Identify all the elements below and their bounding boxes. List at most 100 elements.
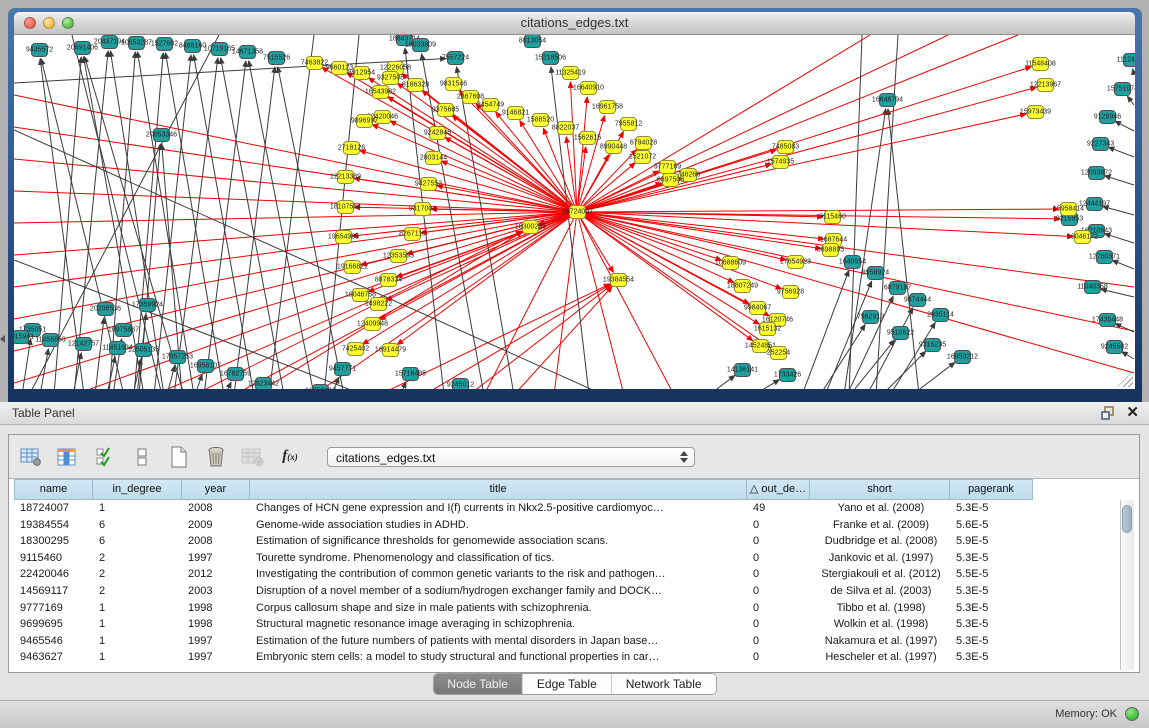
graph-node[interactable]: 2718126 — [343, 141, 360, 155]
graph-node[interactable]: 1527602 — [156, 37, 173, 51]
graph-node[interactable]: 19166822 — [344, 260, 361, 274]
graph-node[interactable]: 9660123 — [331, 61, 348, 75]
graph-node[interactable]: 15973439 — [1027, 105, 1044, 119]
table-row[interactable]: 1456911722003Disruption of a novel membe… — [14, 583, 1134, 600]
graph-node[interactable]: 16958412 — [312, 384, 329, 389]
graph-node[interactable]: 14671358 — [239, 45, 256, 59]
column-header-title[interactable]: title — [250, 479, 747, 500]
graph-node[interactable]: 7557224 — [447, 51, 464, 65]
graph-node[interactable]: 12142757 — [75, 337, 92, 351]
graph-node[interactable]: 10719185 — [211, 42, 228, 56]
graph-node[interactable]: 9242845 — [429, 126, 446, 140]
graph-node[interactable]: 8813054 — [524, 35, 541, 48]
graph-node[interactable]: 2803144 — [425, 151, 442, 165]
graph-node[interactable]: 9474444 — [909, 293, 926, 307]
scrollbar-thumb[interactable] — [1122, 505, 1132, 533]
graph-node[interactable]: 20691406 — [74, 41, 91, 55]
table-row[interactable]: 946362711997Embryonic stem cells: a mode… — [14, 649, 1134, 666]
delete-rows-trash-icon[interactable] — [204, 445, 228, 469]
graph-node[interactable]: 8958924 — [867, 266, 884, 280]
graph-node[interactable]: 7425402 — [347, 342, 364, 356]
graph-node[interactable]: 7962919 — [862, 310, 879, 324]
graph-node[interactable]: 12213967 — [1037, 78, 1054, 92]
graph-node[interactable]: 9146821 — [507, 106, 524, 120]
graph-node[interactable]: 7485083 — [777, 140, 794, 154]
delete-table-icon[interactable] — [241, 445, 265, 469]
table-row[interactable]: 969969511998Structural magnetic resonanc… — [14, 616, 1134, 633]
function-builder-icon[interactable]: f(x) — [278, 445, 302, 469]
graph-node[interactable]: 252254 — [770, 346, 787, 360]
table-row[interactable]: 911546021997Tourette syndrome. Phenomeno… — [14, 550, 1134, 567]
graph-node[interactable]: 9777169 — [659, 160, 676, 174]
column-header-name[interactable]: name — [14, 479, 93, 500]
row-selection-mode-icon[interactable] — [93, 445, 117, 469]
graph-node[interactable]: 1574935 — [772, 155, 789, 169]
tab-network-table[interactable]: Network Table — [611, 674, 716, 694]
graph-node[interactable]: 1498222 — [370, 297, 387, 311]
graph-node[interactable]: 2367608 — [462, 90, 479, 104]
close-window-icon[interactable] — [24, 17, 36, 29]
graph-node[interactable]: 8912954 — [353, 66, 370, 80]
graph-node[interactable]: 10653287 — [128, 36, 145, 50]
column-header-pagerank[interactable]: pagerank — [950, 479, 1033, 500]
graph-node[interactable]: 9896997 — [356, 114, 373, 128]
graph-node[interactable]: 2935114 — [932, 308, 949, 322]
graph-node[interactable]: 10688609 — [722, 256, 739, 270]
graph-node[interactable]: 12213389 — [337, 170, 354, 184]
graph-node[interactable]: 1588520 — [532, 113, 549, 127]
graph-node[interactable]: 18843714 — [396, 35, 413, 46]
graph-node[interactable]: 11124735 — [1123, 53, 1135, 67]
graph-node[interactable]: 8186328 — [407, 78, 424, 92]
graph-node[interactable]: 11040358 — [1084, 280, 1101, 294]
column-header-short[interactable]: short — [810, 479, 950, 500]
graph-node[interactable]: 16961758 — [599, 100, 616, 114]
graph-node[interactable]: 16046172 — [1074, 230, 1091, 244]
graph-node[interactable]: 8990448 — [605, 140, 622, 154]
graph-node[interactable]: 12093872 — [1088, 166, 1105, 180]
network-window-titlebar[interactable]: citations_edges.txt — [14, 12, 1135, 35]
table-row[interactable]: 2242004622012Investigating the contribut… — [14, 566, 1134, 583]
graph-node[interactable]: 14136141 — [734, 363, 751, 377]
table-row[interactable]: 977716911998Corpus callosum shape and si… — [14, 600, 1134, 617]
table-vertical-scrollbar[interactable] — [1120, 500, 1134, 670]
graph-node[interactable]: 16782759 — [227, 367, 244, 381]
graph-node[interactable]: 9510622 — [892, 326, 909, 340]
graph-node[interactable]: 9831546 — [445, 77, 462, 91]
graph-node[interactable]: 1640954 — [844, 255, 861, 269]
graph-node[interactable]: 12444197 — [1086, 197, 1103, 211]
graph-node[interactable]: 20437194 — [101, 35, 118, 49]
graph-node[interactable]: 12409948 — [364, 317, 381, 331]
panel-collapse-handle[interactable] — [0, 335, 5, 343]
graph-node[interactable]: 1521072 — [634, 150, 651, 164]
column-header-out_de[interactable]: △ out_de… — [747, 479, 810, 500]
graph-node[interactable]: 17957253 — [169, 350, 186, 364]
graph-node[interactable]: 9435572 — [31, 43, 48, 57]
graph-node[interactable]: 1615132 — [759, 322, 776, 336]
graph-node[interactable]: 12923442 — [255, 377, 272, 389]
graph-node[interactable]: 9245012 — [452, 378, 469, 389]
float-panel-icon[interactable] — [1101, 406, 1115, 420]
graph-node[interactable]: 17359924 — [139, 298, 156, 312]
graph-node[interactable]: 16033809 — [412, 38, 429, 52]
table-row[interactable]: 1938455462009Genome-wide association stu… — [14, 517, 1134, 534]
graph-node[interactable]: 8454749 — [482, 98, 499, 112]
graph-node[interactable]: 11456869 — [42, 333, 59, 347]
graph-node[interactable]: 20053346 — [153, 128, 170, 142]
graph-node[interactable]: 17654923 — [787, 255, 804, 269]
graph-node[interactable]: 16953212 — [954, 350, 971, 364]
tab-node-table[interactable]: Node Table — [433, 674, 522, 694]
graph-node[interactable]: 8822037 — [557, 121, 574, 135]
graph-node[interactable]: 8878334 — [380, 273, 397, 287]
graph-node[interactable]: 15716485 — [402, 367, 419, 381]
memory-status-icon[interactable] — [1125, 707, 1139, 721]
graph-node[interactable]: 9227343 — [1092, 137, 1109, 151]
graph-node[interactable]: 14524851 — [752, 339, 769, 353]
graph-node[interactable]: 19384554 — [610, 273, 627, 287]
graph-node[interactable]: 12505135 — [135, 343, 152, 357]
graph-node[interactable]: 15751074 — [1114, 82, 1131, 96]
network-canvas[interactable]: 1872400794355722069140620437194106532871… — [14, 35, 1135, 389]
graph-node[interactable]: 9317004 — [414, 202, 431, 216]
graph-node[interactable]: 19046758 — [352, 288, 369, 302]
zoom-window-icon[interactable] — [62, 17, 74, 29]
graph-node[interactable]: 6897508 — [662, 173, 679, 187]
